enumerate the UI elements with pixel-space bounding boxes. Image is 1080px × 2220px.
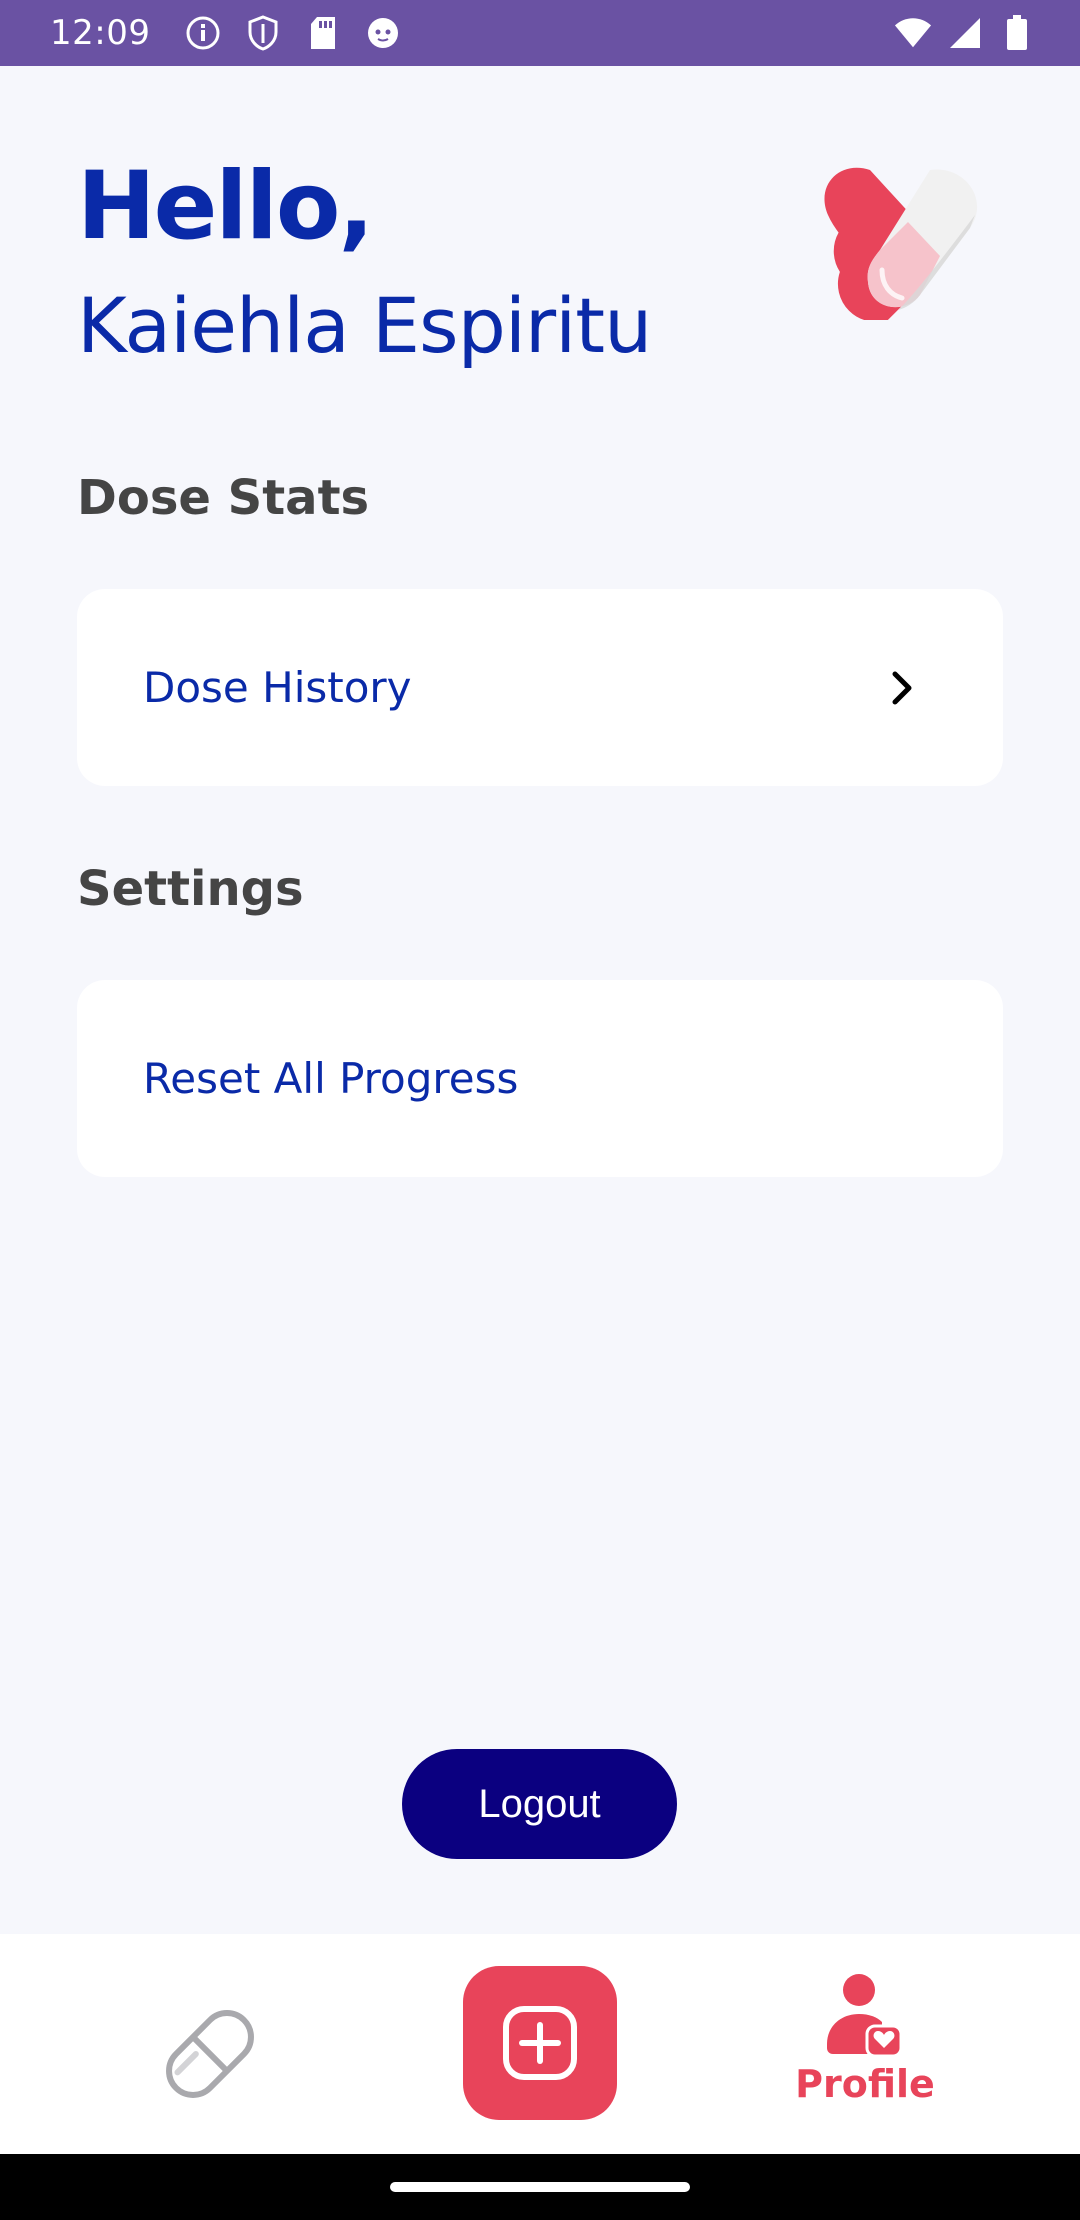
nav-profile-label: Profile bbox=[795, 2062, 935, 2106]
reset-progress-row[interactable]: Reset All Progress bbox=[77, 980, 1003, 1177]
status-bar: 12:09 bbox=[0, 0, 1080, 66]
status-right bbox=[894, 14, 1036, 52]
dose-history-label: Dose History bbox=[143, 663, 412, 712]
sd-card-icon bbox=[304, 14, 342, 52]
profile-screen: 12:09 Hello, Kaiehla Espiritu Dose Stats… bbox=[0, 0, 1080, 2220]
gesture-bar bbox=[0, 2154, 1080, 2220]
wifi-icon bbox=[894, 14, 932, 52]
pill-icon[interactable] bbox=[150, 1994, 270, 2114]
dose-history-row[interactable]: Dose History bbox=[77, 589, 1003, 786]
heart-pill-logo-icon bbox=[810, 160, 990, 322]
add-button[interactable] bbox=[463, 1966, 617, 2120]
shield-icon bbox=[244, 14, 282, 52]
profile-heart-icon bbox=[827, 1974, 903, 2058]
greeting: Hello, Kaiehla Espiritu bbox=[77, 152, 652, 370]
logout-button[interactable]: Logout bbox=[402, 1749, 677, 1859]
status-left: 12:09 bbox=[50, 13, 402, 53]
signal-icon bbox=[946, 14, 984, 52]
info-icon bbox=[184, 14, 222, 52]
chevron-right-icon bbox=[883, 668, 923, 708]
home-handle[interactable] bbox=[390, 2182, 690, 2192]
add-icon bbox=[503, 2006, 577, 2080]
user-name: Kaiehla Espiritu bbox=[77, 281, 652, 370]
reset-progress-label: Reset All Progress bbox=[143, 1054, 519, 1103]
bottom-navigation: Profile bbox=[0, 1934, 1080, 2154]
nav-profile[interactable]: Profile bbox=[790, 1974, 940, 2124]
battery-icon bbox=[998, 14, 1036, 52]
status-time: 12:09 bbox=[50, 13, 151, 53]
greeting-hello: Hello, bbox=[77, 152, 374, 261]
dose-stats-heading: Dose Stats bbox=[77, 470, 370, 526]
settings-heading: Settings bbox=[77, 861, 304, 917]
cat-icon bbox=[364, 14, 402, 52]
